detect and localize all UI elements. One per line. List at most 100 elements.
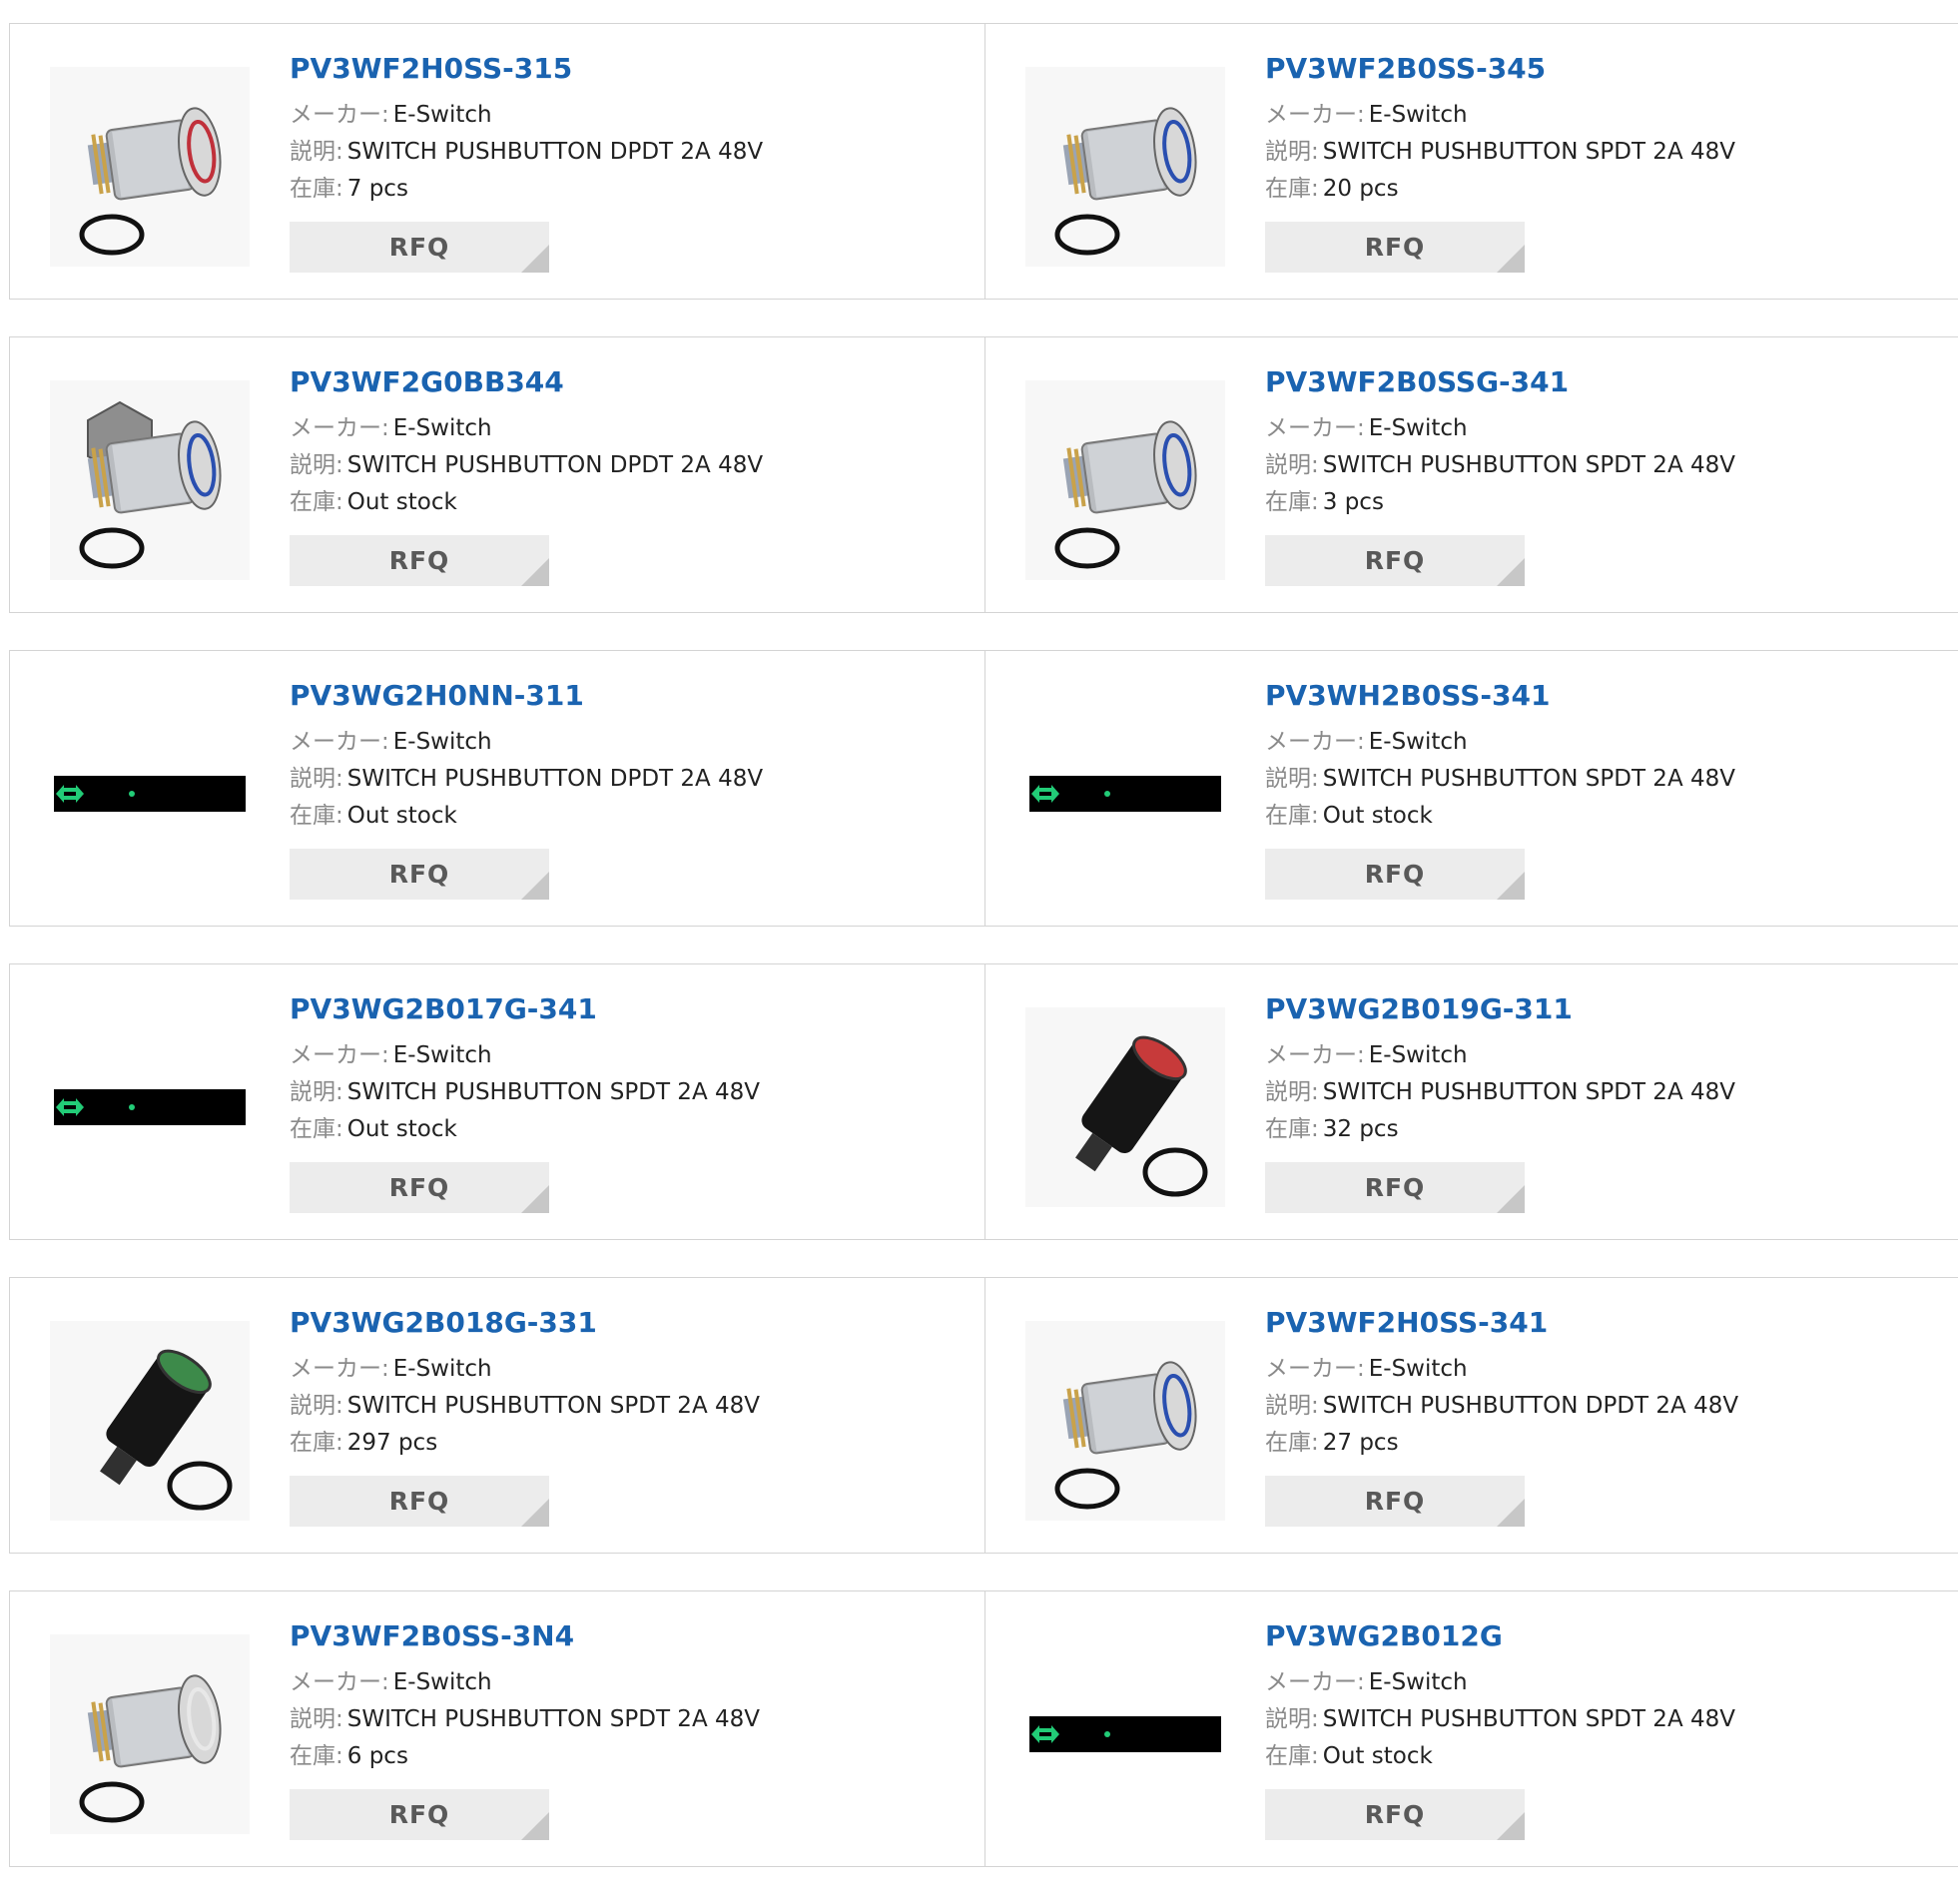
rfq-button[interactable]: RFQ [1265, 535, 1525, 586]
part-number-link[interactable]: PV3WG2B012G [1265, 1618, 1735, 1654]
product-row: PV3WG2H0NN-311 メーカー: E-Switch 説明: SWITCH P… [9, 650, 1958, 927]
maker-label: メーカー: [1265, 1042, 1365, 1068]
stock-value: 6 pcs [346, 1743, 408, 1769]
product-card: PV3WF2G0BB344 メーカー: E-Switch 説明: SWITCH PU… [9, 337, 984, 612]
stock-value: 32 pcs [1322, 1116, 1399, 1142]
product-row: PV3WG2B018G-331 メーカー: E-Switch 説明: SWITCH … [9, 1277, 1958, 1554]
product-image[interactable] [1025, 1321, 1225, 1521]
stock-label: 在庫: [1265, 803, 1319, 829]
part-number-link[interactable]: PV3WF2B0SS-3N4 [290, 1618, 760, 1654]
product-card: PV3WG2B019G-311 メーカー: E-Switch 説明: SWITCH … [984, 964, 1958, 1239]
part-number-link[interactable]: PV3WG2H0NN-311 [290, 678, 763, 714]
description-label: 説明: [1265, 766, 1319, 792]
maker-label: メーカー: [290, 1356, 389, 1382]
part-number-link[interactable]: PV3WG2B018G-331 [290, 1305, 760, 1341]
part-number-link[interactable]: PV3WF2B0SSG-341 [1265, 364, 1735, 400]
stock-value: 27 pcs [1322, 1430, 1399, 1456]
stock-value: Out stock [346, 489, 457, 515]
maker-label: メーカー: [290, 415, 389, 441]
part-number-link[interactable]: PV3WF2H0SS-341 [1265, 1305, 1738, 1341]
maker-label: メーカー: [1265, 729, 1365, 755]
description-label: 説明: [290, 766, 343, 792]
rfq-button[interactable]: RFQ [290, 222, 549, 273]
part-number-link[interactable]: PV3WF2B0SS-345 [1265, 51, 1735, 87]
rfq-button[interactable]: RFQ [290, 1476, 549, 1527]
image-placeholder [1029, 1716, 1221, 1752]
stock-label: 在庫: [290, 1116, 343, 1142]
product-card: PV3WF2B0SS-3N4 メーカー: E-Switch 説明: SWITCH P… [9, 1591, 984, 1866]
maker-value: E-Switch [1368, 1356, 1468, 1382]
stock-value: Out stock [346, 1116, 457, 1142]
part-number-link[interactable]: PV3WH2B0SS-341 [1265, 678, 1735, 714]
description-value: SWITCH PUSHBUTTON SPDT 2A 48V [1322, 1079, 1735, 1105]
rfq-button[interactable]: RFQ [290, 849, 549, 900]
image-placeholder [54, 1089, 246, 1125]
description-value: SWITCH PUSHBUTTON SPDT 2A 48V [1322, 452, 1735, 478]
stock-label: 在庫: [290, 803, 343, 829]
maker-label: メーカー: [290, 729, 389, 755]
product-image[interactable] [1025, 694, 1225, 894]
part-number-link[interactable]: PV3WF2H0SS-315 [290, 51, 763, 87]
product-row: PV3WF2H0SS-315 メーカー: E-Switch 説明: SWITCH P… [9, 23, 1958, 300]
product-card: PV3WG2H0NN-311 メーカー: E-Switch 説明: SWITCH P… [9, 651, 984, 926]
maker-value: E-Switch [392, 1669, 492, 1695]
maker-value: E-Switch [1368, 102, 1468, 128]
rfq-button[interactable]: RFQ [1265, 1789, 1525, 1840]
product-image[interactable] [50, 380, 250, 580]
stock-value: Out stock [346, 803, 457, 829]
rfq-button[interactable]: RFQ [290, 535, 549, 586]
description-value: SWITCH PUSHBUTTON SPDT 2A 48V [1322, 1706, 1735, 1732]
description-value: SWITCH PUSHBUTTON SPDT 2A 48V [1322, 139, 1735, 165]
maker-label: メーカー: [1265, 1356, 1365, 1382]
description-label: 説明: [1265, 1079, 1319, 1105]
product-image[interactable] [1025, 1007, 1225, 1207]
product-card: PV3WF2B0SSG-341 メーカー: E-Switch 説明: SWITCH … [984, 337, 1958, 612]
product-image[interactable] [1025, 1634, 1225, 1834]
rfq-button[interactable]: RFQ [1265, 1162, 1525, 1213]
product-image[interactable] [50, 1007, 250, 1207]
description-label: 説明: [1265, 1706, 1319, 1732]
description-value: SWITCH PUSHBUTTON SPDT 2A 48V [346, 1393, 760, 1419]
description-value: SWITCH PUSHBUTTON DPDT 2A 48V [346, 139, 764, 165]
part-number-link[interactable]: PV3WG2B017G-341 [290, 991, 760, 1027]
maker-label: メーカー: [1265, 1669, 1365, 1695]
product-image[interactable] [50, 1321, 250, 1521]
maker-value: E-Switch [1368, 415, 1468, 441]
maker-value: E-Switch [392, 102, 492, 128]
rfq-button[interactable]: RFQ [1265, 849, 1525, 900]
product-image[interactable] [50, 67, 250, 267]
rfq-button[interactable]: RFQ [1265, 1476, 1525, 1527]
maker-value: E-Switch [392, 415, 492, 441]
maker-value: E-Switch [1368, 729, 1468, 755]
product-image[interactable] [50, 1634, 250, 1834]
description-label: 説明: [290, 452, 343, 478]
maker-label: メーカー: [1265, 415, 1365, 441]
stock-value: 297 pcs [346, 1430, 438, 1456]
stock-label: 在庫: [1265, 1743, 1319, 1769]
product-card: PV3WF2B0SS-345 メーカー: E-Switch 説明: SWITCH P… [984, 24, 1958, 299]
product-image[interactable] [50, 694, 250, 894]
rfq-button[interactable]: RFQ [290, 1789, 549, 1840]
part-number-link[interactable]: PV3WG2B019G-311 [1265, 991, 1735, 1027]
description-label: 説明: [1265, 139, 1319, 165]
product-card: PV3WF2H0SS-341 メーカー: E-Switch 説明: SWITCH P… [984, 1278, 1958, 1553]
maker-value: E-Switch [392, 729, 492, 755]
part-number-link[interactable]: PV3WF2G0BB344 [290, 364, 763, 400]
description-label: 説明: [1265, 1393, 1319, 1419]
product-row: PV3WG2B017G-341 メーカー: E-Switch 説明: SWITCH … [9, 963, 1958, 1240]
description-value: SWITCH PUSHBUTTON SPDT 2A 48V [346, 1079, 760, 1105]
description-label: 説明: [290, 1706, 343, 1732]
stock-value: Out stock [1322, 803, 1433, 829]
description-label: 説明: [290, 139, 343, 165]
product-image[interactable] [1025, 380, 1225, 580]
description-value: SWITCH PUSHBUTTON SPDT 2A 48V [346, 1706, 760, 1732]
stock-label: 在庫: [1265, 1116, 1319, 1142]
maker-value: E-Switch [1368, 1669, 1468, 1695]
stock-value: Out stock [1322, 1743, 1433, 1769]
rfq-button[interactable]: RFQ [290, 1162, 549, 1213]
product-image[interactable] [1025, 67, 1225, 267]
rfq-button[interactable]: RFQ [1265, 222, 1525, 273]
stock-label: 在庫: [1265, 489, 1319, 515]
stock-label: 在庫: [290, 1743, 343, 1769]
product-grid: PV3WF2H0SS-315 メーカー: E-Switch 説明: SWITCH P… [9, 23, 1958, 1904]
